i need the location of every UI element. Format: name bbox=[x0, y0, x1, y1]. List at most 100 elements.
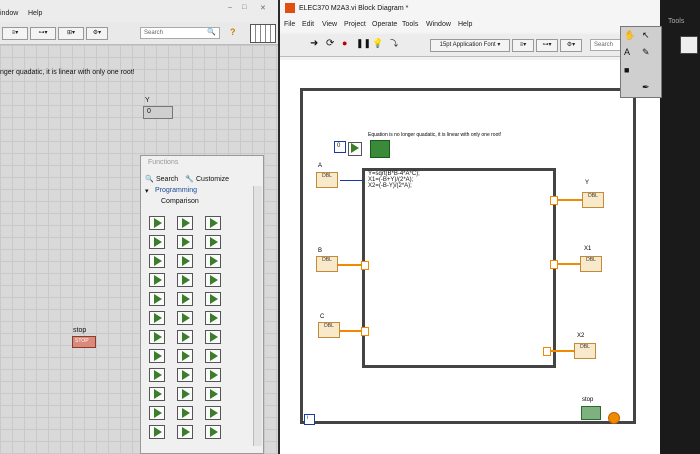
wiring-tool-icon[interactable]: ✎ bbox=[642, 47, 650, 58]
comparison-function-icon[interactable] bbox=[177, 425, 193, 439]
comparison-function-icon[interactable] bbox=[177, 406, 193, 420]
comparison-function-icon[interactable] bbox=[149, 311, 165, 325]
stop-button[interactable]: STOP bbox=[72, 336, 96, 348]
tools-palette-strip: Tools ✋ ↖ A ✎ ■ ✒ bbox=[620, 0, 700, 454]
tools-palette[interactable]: ✋ ↖ A ✎ ■ ✒ bbox=[620, 26, 662, 98]
align-objects-button[interactable]: ≡▾ bbox=[2, 27, 28, 40]
comparison-function-icon[interactable] bbox=[205, 254, 221, 268]
tree-expand-icon[interactable]: ▾ bbox=[145, 187, 149, 195]
comparison-function-icon[interactable] bbox=[177, 330, 193, 344]
equal-compare-icon[interactable] bbox=[348, 142, 362, 156]
formula-node[interactable] bbox=[362, 168, 556, 368]
pause-icon[interactable]: ❚❚ bbox=[356, 38, 371, 49]
run-continuously-icon[interactable]: ⟳ bbox=[326, 38, 334, 49]
minimize-icon[interactable]: – bbox=[228, 4, 232, 11]
font-selector[interactable]: 15pt Application Font ▾ bbox=[430, 39, 510, 52]
comparison-function-icon[interactable] bbox=[177, 273, 193, 287]
one-button-dialog-icon[interactable] bbox=[370, 140, 390, 158]
menu-window[interactable]: indow bbox=[0, 10, 18, 17]
bd-menu-edit[interactable]: Edit bbox=[302, 21, 314, 28]
compare-triangle-glyph bbox=[182, 427, 190, 437]
stop-terminal-label: stop bbox=[582, 397, 594, 403]
palette-scrollbar[interactable] bbox=[253, 186, 262, 446]
comparison-function-icon[interactable] bbox=[177, 311, 193, 325]
indicator-x1[interactable]: DBL bbox=[580, 256, 602, 272]
color-tool-icon[interactable]: ■ bbox=[624, 65, 629, 75]
comparison-function-icon[interactable] bbox=[205, 349, 221, 363]
reorder-button[interactable]: ⚙▾ bbox=[86, 27, 108, 40]
step-icon[interactable]: ⤵ bbox=[390, 38, 398, 49]
control-c-type: DBL bbox=[324, 323, 334, 329]
bd-menu-window[interactable]: Window bbox=[426, 21, 451, 28]
bd-menu-help[interactable]: Help bbox=[458, 21, 472, 28]
position-tool-icon[interactable]: ↖ bbox=[642, 30, 650, 41]
comparison-function-icon[interactable] bbox=[149, 254, 165, 268]
distribute-objects-button[interactable]: ⊶▾ bbox=[30, 27, 56, 40]
comparison-function-icon[interactable] bbox=[205, 330, 221, 344]
comparison-function-icon[interactable] bbox=[149, 368, 165, 382]
resize-objects-button[interactable]: ⊞▾ bbox=[58, 27, 84, 40]
close-icon[interactable]: ✕ bbox=[260, 4, 266, 12]
maximize-icon[interactable]: □ bbox=[242, 4, 246, 11]
comparison-function-icon[interactable] bbox=[205, 406, 221, 420]
abort-icon[interactable]: ● bbox=[342, 38, 347, 48]
comparison-function-icon[interactable] bbox=[205, 311, 221, 325]
comparison-function-icon[interactable] bbox=[177, 292, 193, 306]
comparison-function-icon[interactable] bbox=[149, 216, 165, 230]
comparison-function-icon[interactable] bbox=[149, 406, 165, 420]
comparison-function-icon[interactable] bbox=[149, 387, 165, 401]
comparison-function-icon[interactable] bbox=[205, 292, 221, 306]
zero-constant[interactable]: 0 bbox=[334, 141, 346, 153]
control-a[interactable]: DBL bbox=[316, 172, 338, 188]
comparison-function-icon[interactable] bbox=[205, 425, 221, 439]
tools-palette-title: Tools bbox=[668, 18, 685, 25]
help-icon[interactable]: ? bbox=[230, 27, 236, 37]
highlight-execution-icon[interactable]: 💡 bbox=[372, 38, 383, 49]
comparison-function-icon[interactable] bbox=[205, 216, 221, 230]
comparison-function-icon[interactable] bbox=[149, 330, 165, 344]
comparison-function-icon[interactable] bbox=[149, 273, 165, 287]
menu-help[interactable]: Help bbox=[28, 10, 42, 17]
comparison-function-icon[interactable] bbox=[149, 349, 165, 363]
bd-reorder-button[interactable]: ⚙▾ bbox=[560, 39, 582, 52]
comparison-function-icon[interactable] bbox=[177, 349, 193, 363]
bd-menu-file[interactable]: File bbox=[284, 21, 295, 28]
comparison-function-icon[interactable] bbox=[205, 368, 221, 382]
search-icon[interactable]: 🔍 bbox=[207, 28, 216, 36]
comparison-function-icon[interactable] bbox=[205, 387, 221, 401]
comparison-function-icon[interactable] bbox=[205, 273, 221, 287]
bd-menu-operate[interactable]: Operate bbox=[372, 21, 397, 28]
comparison-function-icon[interactable] bbox=[205, 235, 221, 249]
control-c[interactable]: DBL bbox=[318, 322, 340, 338]
indicator-y[interactable]: DBL bbox=[582, 192, 604, 208]
tree-item-comparison[interactable]: Comparison bbox=[161, 198, 199, 205]
comparison-function-icon[interactable] bbox=[177, 235, 193, 249]
run-arrow-icon[interactable]: ➜ bbox=[310, 38, 318, 49]
palette-customize-button[interactable]: 🔧 Customize bbox=[185, 174, 245, 185]
bd-distribute-button[interactable]: ⊶▾ bbox=[536, 39, 558, 52]
stop-terminal[interactable] bbox=[581, 406, 601, 420]
text-tool-icon[interactable]: A bbox=[624, 47, 630, 57]
bd-menu-project[interactable]: Project bbox=[344, 21, 366, 28]
loop-condition-icon[interactable] bbox=[608, 412, 620, 424]
comparison-function-icon[interactable] bbox=[149, 292, 165, 306]
comparison-function-icon[interactable] bbox=[177, 387, 193, 401]
indicator-x2[interactable]: DBL bbox=[574, 343, 596, 359]
tree-item-programming[interactable]: Programming bbox=[155, 187, 197, 194]
operate-tool-icon[interactable]: ✋ bbox=[624, 30, 635, 41]
comparison-function-icon[interactable] bbox=[149, 235, 165, 249]
pen-tool-icon[interactable]: ✒ bbox=[642, 82, 650, 93]
bd-menu-view[interactable]: View bbox=[322, 21, 337, 28]
bd-align-button[interactable]: ≡▾ bbox=[512, 39, 534, 52]
front-panel-connector-icon[interactable] bbox=[680, 36, 698, 54]
comparison-function-icon[interactable] bbox=[177, 368, 193, 382]
comparison-function-icon[interactable] bbox=[177, 254, 193, 268]
comparison-function-icon[interactable] bbox=[149, 425, 165, 439]
control-a-label: A bbox=[318, 163, 323, 169]
connector-pane-icon[interactable] bbox=[250, 24, 276, 43]
palette-search-button[interactable]: 🔍 Search bbox=[145, 174, 190, 185]
comparison-function-icon[interactable] bbox=[177, 216, 193, 230]
bd-menu-tools[interactable]: Tools bbox=[402, 21, 418, 28]
compare-triangle-glyph bbox=[182, 237, 190, 247]
control-b[interactable]: DBL bbox=[316, 256, 338, 272]
